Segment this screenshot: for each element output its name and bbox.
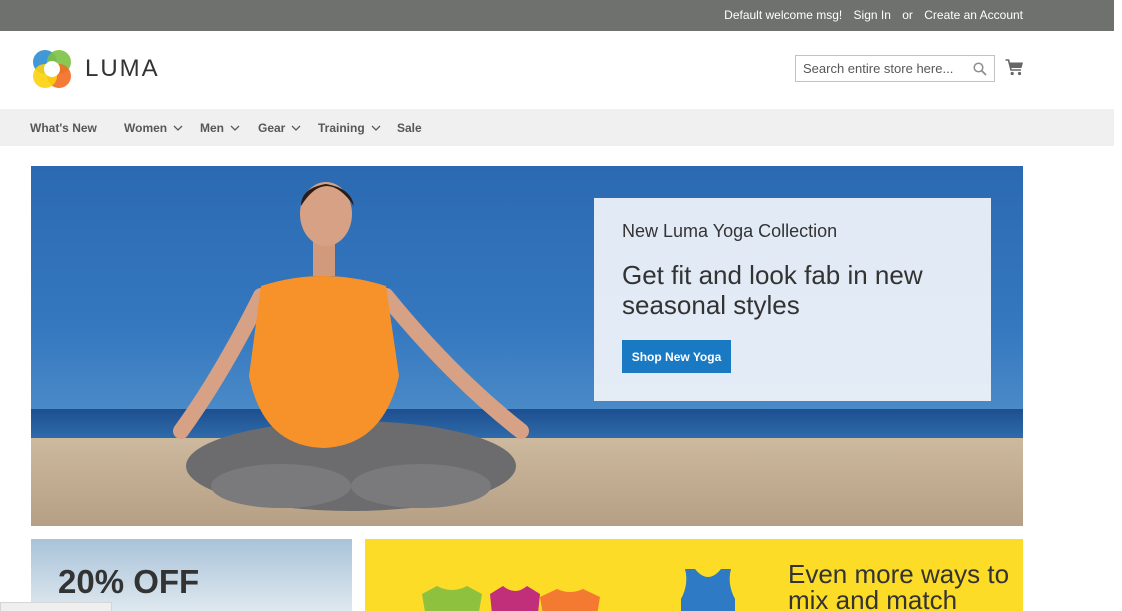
status-overlay-bar [0, 602, 112, 611]
promo-block-mix-match[interactable]: Even more ways to mix and match [365, 539, 1023, 611]
welcome-message: Default welcome msg! [724, 8, 843, 22]
cart-icon[interactable] [1005, 58, 1024, 77]
chevron-down-icon [173, 125, 183, 131]
hero-promo-box: New Luma Yoga Collection Get fit and loo… [594, 198, 991, 401]
mix-match-title: Even more ways to mix and match [788, 559, 1010, 611]
logo-text: LUMA [85, 55, 160, 82]
nav-item-label: Sale [397, 121, 422, 135]
header-links: Default welcome msg! Sign In or Create a… [724, 8, 1023, 22]
nav-item-label: Women [124, 121, 168, 135]
nav-item-women[interactable]: Women [124, 121, 183, 135]
nav-item-men[interactable]: Men [200, 121, 240, 135]
chevron-down-icon [371, 125, 381, 131]
promo-block-discount[interactable]: 20% OFF [31, 539, 352, 611]
chevron-down-icon [230, 125, 240, 131]
shop-new-yoga-button[interactable]: Shop New Yoga [622, 340, 731, 373]
nav-item-gear[interactable]: Gear [258, 121, 301, 135]
discount-title: 20% OFF [58, 563, 200, 600]
nav-item-training[interactable]: Training [318, 121, 381, 135]
search-input[interactable] [796, 56, 966, 81]
green-shirt-image [422, 586, 482, 611]
blue-tank-image [681, 569, 735, 611]
nav-item-label: Gear [258, 121, 286, 135]
search-icon[interactable] [973, 62, 987, 76]
nav-item-label: What's New [30, 121, 97, 135]
create-account-link[interactable]: Create an Account [924, 8, 1023, 22]
nav-item-label: Training [318, 121, 365, 135]
nav-item-label: Men [200, 121, 224, 135]
hero-banner[interactable]: New Luma Yoga Collection Get fit and loo… [31, 166, 1023, 526]
hero-headline: Get fit and look fab in new seasonal sty… [622, 260, 923, 320]
main-navigation: What's New Women Men Gear Training Sale [0, 109, 1114, 146]
chevron-down-icon [291, 125, 301, 131]
nav-item-whats-new[interactable]: What's New [30, 121, 97, 135]
logo[interactable]: LUMA [31, 48, 160, 90]
nav-item-sale[interactable]: Sale [397, 121, 422, 135]
orange-shirt-image [540, 589, 600, 611]
or-separator: or [902, 8, 913, 22]
sign-in-link[interactable]: Sign In [854, 8, 891, 22]
hero-kicker: New Luma Yoga Collection [622, 221, 838, 241]
top-bar: Default welcome msg! Sign In or Create a… [0, 0, 1114, 31]
search-box [795, 55, 995, 82]
luma-logo-icon [33, 50, 71, 88]
yoga-woman-image [173, 182, 529, 511]
